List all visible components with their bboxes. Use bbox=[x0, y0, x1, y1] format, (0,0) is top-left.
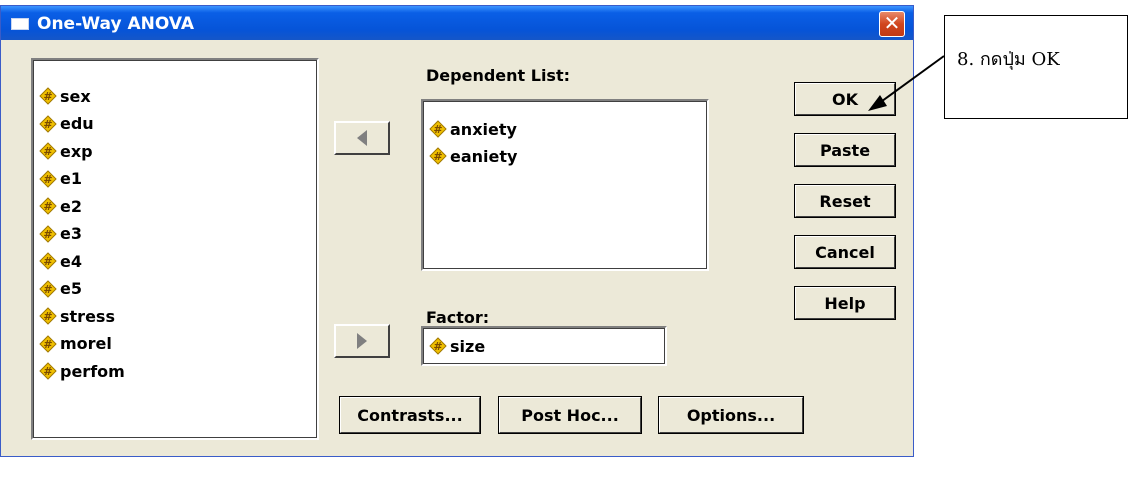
annotation-arrow-icon bbox=[868, 55, 945, 111]
